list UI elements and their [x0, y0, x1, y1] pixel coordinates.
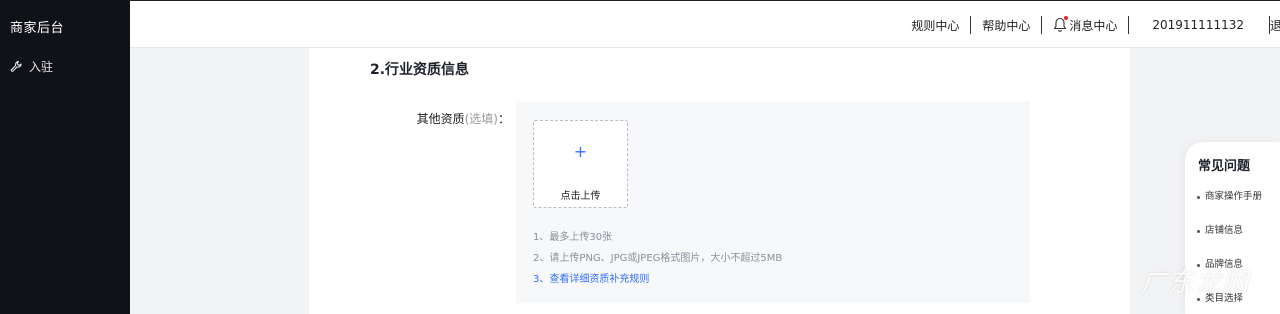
faq-panel: 常见问题 商家操作手册 店铺信息 品牌信息 类目选择	[1185, 142, 1280, 314]
faq-item-label: 商家操作手册	[1205, 191, 1263, 202]
top-header: 规则中心 帮助中心 消息中心 201911111132 退	[130, 0, 1280, 48]
upload-button[interactable]: + 点击上传	[533, 120, 628, 208]
bullet-icon	[1197, 264, 1200, 267]
faq-item-label: 品牌信息	[1205, 259, 1244, 270]
tip-max-count: 1、最多上传30张	[533, 232, 613, 243]
header-links: 规则中心 帮助中心 消息中心 201911111132 退	[900, 1, 1280, 49]
faq-item-label: 店铺信息	[1205, 225, 1244, 236]
bullet-icon	[1197, 196, 1200, 199]
sidebar: 商家后台 入驻	[0, 0, 130, 314]
tip-format: 2、请上传PNG、JPG或JPEG格式图片，大小不超过5MB	[533, 253, 783, 264]
faq-item[interactable]: 类目选择	[1197, 291, 1262, 314]
message-center-link[interactable]: 消息中心	[1042, 16, 1128, 34]
logout-link[interactable]: 退	[1270, 17, 1280, 34]
other-qualification-label: 其他资质(选填)：	[417, 110, 510, 127]
bullet-icon	[1197, 230, 1200, 233]
message-center-label: 消息中心	[1069, 18, 1118, 33]
help-center-link[interactable]: 帮助中心	[971, 17, 1041, 34]
upload-label: 点击上传	[560, 191, 601, 202]
sidebar-item-label: 入驻	[29, 59, 54, 74]
faq-list: 商家操作手册 店铺信息 品牌信息 类目选择	[1197, 189, 1262, 314]
upload-panel: + 点击上传 1、最多上传30张 2、请上传PNG、JPG或JPEG格式图片，大…	[516, 101, 1030, 303]
rules-detail-link[interactable]: 3、查看详细资质补充规则	[533, 269, 782, 290]
bell-icon	[1053, 16, 1069, 33]
faq-title: 常见问题	[1198, 159, 1251, 174]
brand-title: 商家后台	[10, 21, 65, 36]
notification-dot	[1064, 16, 1069, 20]
faq-item[interactable]: 店铺信息	[1197, 223, 1262, 257]
optional-hint: (选填)	[464, 112, 498, 126]
form-card: 2.行业资质信息 其他资质(选填)： + 点击上传 1、最多上传30张 2、请上…	[309, 48, 1130, 314]
user-account[interactable]: 201911111132	[1129, 18, 1269, 32]
field-colon: ：	[497, 112, 510, 126]
rules-center-link[interactable]: 规则中心	[900, 17, 970, 34]
field-label-text: 其他资质	[416, 112, 465, 126]
bullet-icon	[1197, 298, 1200, 301]
section-title: 2.行业资质信息	[370, 62, 470, 78]
plus-icon: +	[573, 142, 588, 161]
faq-item[interactable]: 品牌信息	[1197, 257, 1262, 291]
faq-item-label: 类目选择	[1205, 293, 1244, 304]
wrench-icon	[10, 60, 23, 73]
faq-item[interactable]: 商家操作手册	[1197, 189, 1262, 223]
sidebar-item-enter[interactable]: 入驻	[10, 58, 53, 74]
upload-tips: 1、最多上传30张 2、请上传PNG、JPG或JPEG格式图片，大小不超过5MB…	[533, 227, 782, 290]
